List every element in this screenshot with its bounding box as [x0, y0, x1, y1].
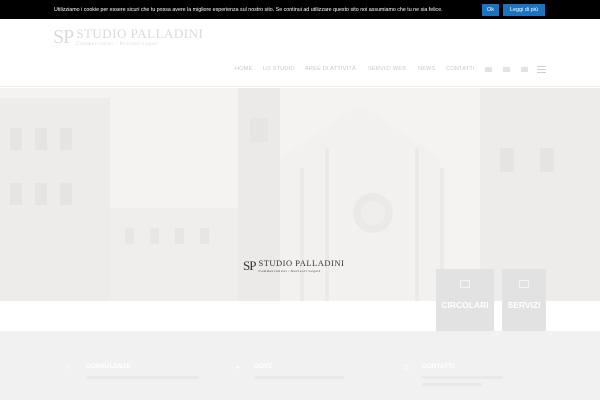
- flag-russian-icon[interactable]: [521, 67, 528, 72]
- cookie-read-more-button[interactable]: Leggi di più: [503, 4, 545, 16]
- hero-logo-tagline: Commercialisti / Revisori Legali: [258, 269, 321, 273]
- nav-item-aree-di-attivita[interactable]: AREE DI ATTIVITÀ: [305, 66, 356, 72]
- hero-logo-name: STUDIO PALLADINI: [258, 258, 345, 268]
- nav-item-home[interactable]: HOME: [235, 66, 253, 72]
- circolari-label: CIRCOLARI: [441, 300, 489, 310]
- nav-item-contatti[interactable]: CONTATTI: [446, 66, 475, 72]
- monitor-icon: [519, 280, 529, 288]
- site-header: SP STUDIO PALLADINI Commercialisti / Rev…: [0, 19, 600, 87]
- footer-title: CONSULENZE: [86, 363, 131, 370]
- site-logo[interactable]: SP STUDIO PALLADINI Commercialisti / Rev…: [53, 27, 203, 47]
- servizi-label: SERVIZI: [507, 300, 541, 310]
- nav-item-news[interactable]: NEWS: [418, 66, 436, 72]
- footer-title: CONTATTI: [422, 363, 454, 370]
- phone-icon[interactable]: ✆: [403, 364, 409, 372]
- site-footer: f CONSULENZE ✦ DOVE ✆ CONTATTI: [0, 331, 600, 400]
- logo-name: STUDIO PALLADINI: [76, 26, 204, 41]
- facebook-icon[interactable]: f: [67, 364, 69, 371]
- logo-monogram: SP: [53, 26, 74, 48]
- nav-item-lo-studio[interactable]: LO STUDIO: [263, 66, 295, 72]
- servizi-box[interactable]: SERVIZI: [502, 269, 546, 331]
- twitter-icon[interactable]: ✦: [235, 364, 241, 372]
- logo-tagline: Commercialisti / Revisori Legali: [76, 42, 158, 47]
- circolari-box[interactable]: CIRCOLARI: [436, 269, 494, 331]
- cookie-message: Utilizziamo i cookie per essere sicuri c…: [54, 6, 443, 13]
- hero-logo: SP STUDIO PALLADINI Commercialisti / Rev…: [243, 258, 345, 274]
- cookie-ok-button[interactable]: Ok: [482, 4, 499, 16]
- cookie-bar: Utilizziamo i cookie per essere sicuri c…: [0, 0, 600, 19]
- document-icon: [460, 280, 470, 288]
- page: Utilizziamo i cookie per essere sicuri c…: [0, 0, 600, 400]
- nav-item-servizi-web[interactable]: SERVIZI WEB: [368, 66, 406, 72]
- flag-italian-icon[interactable]: [485, 67, 492, 72]
- flag-english-icon[interactable]: [503, 67, 510, 72]
- footer-title: DOVE: [254, 363, 273, 370]
- hero-logo-monogram: SP: [243, 258, 257, 273]
- menu-icon[interactable]: [537, 66, 546, 73]
- main-nav: HOME LO STUDIO AREE DI ATTIVITÀ SERVIZI …: [0, 66, 600, 76]
